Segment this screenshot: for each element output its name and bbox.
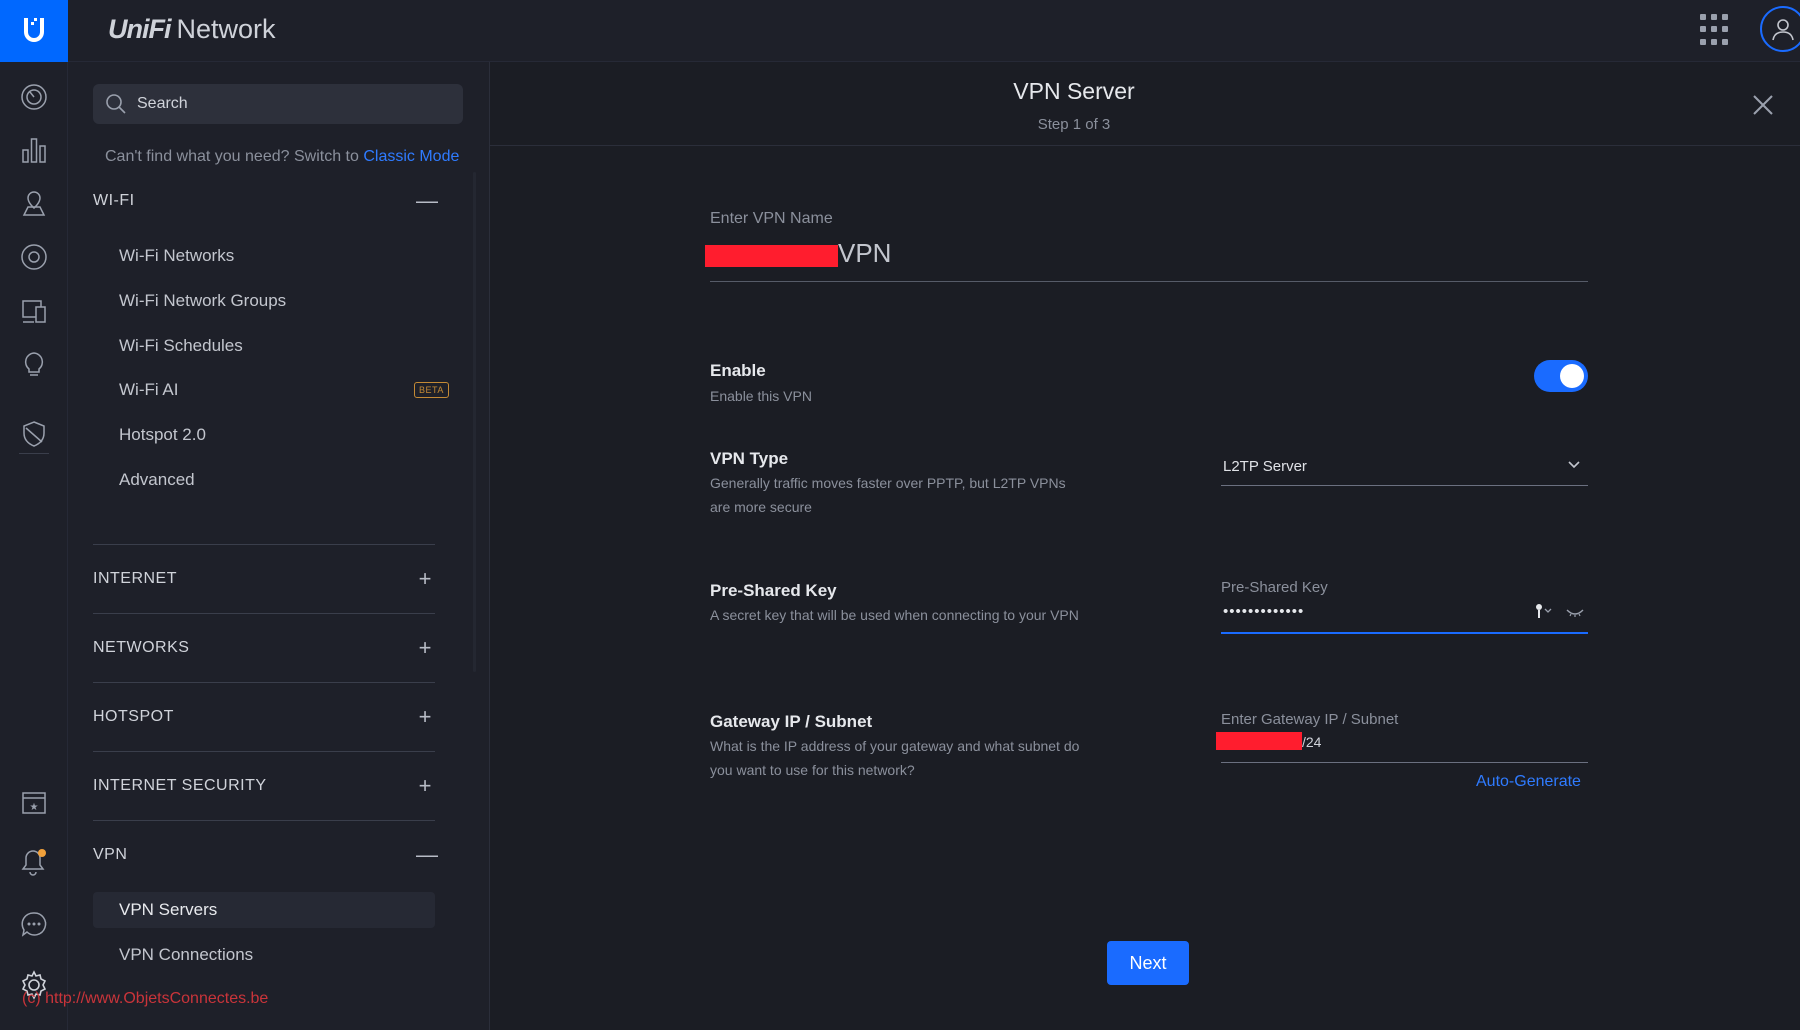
psk-title: Pre-Shared Key bbox=[710, 581, 837, 600]
next-button[interactable]: Next bbox=[1107, 941, 1189, 985]
section-vpn-title[interactable]: VPN bbox=[93, 846, 127, 864]
brand-unifi: UniFi bbox=[108, 14, 171, 44]
step-indicator: Step 1 of 3 bbox=[1037, 116, 1111, 133]
sidebar-item-wifi-network-groups[interactable]: Wi-Fi Network Groups bbox=[93, 283, 435, 319]
psk-field-label: Pre-Shared Key bbox=[1221, 579, 1328, 596]
gateway-title: Gateway IP / Subnet bbox=[710, 712, 873, 731]
nav-rail: ★ bbox=[0, 62, 68, 1030]
sidebar-item-wifi-networks[interactable]: Wi-Fi Networks bbox=[93, 238, 435, 274]
section-vpn-collapse-icon[interactable]: — bbox=[416, 844, 438, 866]
classic-mode-link[interactable]: Classic Mode bbox=[363, 148, 459, 165]
clients-icon[interactable] bbox=[19, 296, 49, 326]
vpn-server-panel: VPN Server Step 1 of 3 Enter VPN Name VP… bbox=[490, 62, 1800, 1030]
beta-badge: BETA bbox=[414, 382, 449, 398]
section-wifi-title[interactable]: WI-FI bbox=[93, 192, 135, 210]
dashboard-icon[interactable] bbox=[19, 82, 49, 112]
security-icon[interactable] bbox=[19, 419, 49, 449]
gateway-input[interactable]: /24 bbox=[1302, 734, 1321, 750]
search-input[interactable]: Search bbox=[93, 84, 463, 124]
events-icon[interactable]: ★ bbox=[19, 787, 49, 817]
redaction-mark bbox=[705, 245, 838, 267]
section-wifi-collapse-icon[interactable]: — bbox=[416, 190, 438, 212]
vpn-type-description: Generally traffic moves faster over PPTP… bbox=[710, 475, 1066, 515]
topology-icon[interactable] bbox=[19, 188, 49, 218]
app-switcher-icon[interactable] bbox=[1700, 14, 1732, 46]
gateway-description: What is the IP address of your gateway a… bbox=[710, 738, 1080, 778]
top-bar: UniFi Network bbox=[0, 0, 1800, 62]
section-internet-security-title[interactable]: INTERNET SECURITY bbox=[93, 777, 267, 795]
vpn-type-select[interactable]: L2TP Server bbox=[1221, 450, 1588, 486]
hint-text: Can't find what you need? Switch to bbox=[105, 148, 359, 165]
chevron-down-icon bbox=[1568, 461, 1580, 469]
page-title: VPN Server bbox=[1013, 78, 1135, 104]
sidebar-item-wifi-ai[interactable]: Wi-Fi AI BETA bbox=[93, 372, 449, 408]
settings-sidebar: Search Can't find what you need? Switch … bbox=[68, 62, 490, 1030]
panel-header: VPN Server Step 1 of 3 bbox=[490, 62, 1800, 146]
psk-underline bbox=[1221, 632, 1588, 634]
sidebar-item-vpn-connections[interactable]: VPN Connections bbox=[93, 937, 435, 973]
watermark-text: (c) http://www.ObjetsConnectes.be bbox=[22, 990, 269, 1007]
classic-mode-hint: Can't find what you need? Switch to Clas… bbox=[105, 148, 459, 166]
sidebar-item-wifi-schedules[interactable]: Wi-Fi Schedules bbox=[93, 328, 435, 364]
section-divider bbox=[93, 751, 435, 752]
rail-divider bbox=[19, 453, 49, 454]
section-divider bbox=[93, 613, 435, 614]
ubiquiti-logo-icon[interactable] bbox=[0, 0, 68, 62]
key-generate-icon[interactable] bbox=[1534, 603, 1554, 619]
enable-title: Enable bbox=[710, 361, 766, 380]
app-brand[interactable]: UniFi Network bbox=[108, 14, 276, 45]
search-icon bbox=[106, 94, 126, 114]
enable-toggle[interactable] bbox=[1534, 360, 1588, 392]
insights-icon[interactable] bbox=[19, 349, 49, 379]
section-divider bbox=[93, 544, 435, 545]
notifications-icon[interactable] bbox=[19, 847, 49, 877]
enable-description: Enable this VPN bbox=[710, 388, 812, 404]
eye-hidden-icon[interactable] bbox=[1565, 605, 1585, 621]
vpn-name-label: Enter VPN Name bbox=[710, 210, 833, 227]
section-hotspot-expand-icon[interactable]: + bbox=[416, 706, 434, 728]
sidebar-item-label: Wi-Fi AI bbox=[119, 380, 179, 399]
sidebar-item-advanced[interactable]: Advanced bbox=[93, 462, 435, 498]
user-avatar-icon[interactable] bbox=[1760, 6, 1800, 52]
vpn-type-selected-value: L2TP Server bbox=[1223, 458, 1307, 475]
section-divider bbox=[93, 820, 435, 821]
section-divider bbox=[93, 682, 435, 683]
auto-generate-link[interactable]: Auto-Generate bbox=[1476, 773, 1581, 791]
psk-description: A secret key that will be used when conn… bbox=[710, 607, 1079, 623]
devices-icon[interactable] bbox=[19, 242, 49, 272]
redaction-mark bbox=[1216, 732, 1302, 750]
gateway-underline bbox=[1221, 762, 1588, 763]
sidebar-item-hotspot-2[interactable]: Hotspot 2.0 bbox=[93, 417, 435, 453]
close-icon[interactable] bbox=[1752, 94, 1774, 116]
svg-text:★: ★ bbox=[30, 802, 39, 813]
sidebar-scrollbar[interactable] bbox=[473, 172, 476, 672]
statistics-icon[interactable] bbox=[19, 135, 49, 165]
toggle-knob bbox=[1560, 364, 1584, 388]
section-internet-title[interactable]: INTERNET bbox=[93, 570, 177, 588]
section-internet-security-expand-icon[interactable]: + bbox=[416, 775, 434, 797]
vpn-type-title: VPN Type bbox=[710, 449, 789, 468]
section-hotspot-title[interactable]: HOTSPOT bbox=[93, 708, 174, 726]
vpn-name-input[interactable]: VPN bbox=[838, 238, 891, 269]
search-placeholder: Search bbox=[137, 95, 188, 112]
brand-network: Network bbox=[176, 14, 276, 44]
section-internet-expand-icon[interactable]: + bbox=[416, 568, 434, 590]
psk-input[interactable]: ••••••••••••• bbox=[1223, 603, 1304, 620]
vpn-name-underline bbox=[710, 281, 1588, 282]
gateway-field-label: Enter Gateway IP / Subnet bbox=[1221, 711, 1399, 728]
section-networks-title[interactable]: NETWORKS bbox=[93, 639, 189, 657]
section-networks-expand-icon[interactable]: + bbox=[416, 637, 434, 659]
support-chat-icon[interactable] bbox=[19, 909, 49, 939]
sidebar-item-vpn-servers[interactable]: VPN Servers bbox=[93, 892, 435, 928]
